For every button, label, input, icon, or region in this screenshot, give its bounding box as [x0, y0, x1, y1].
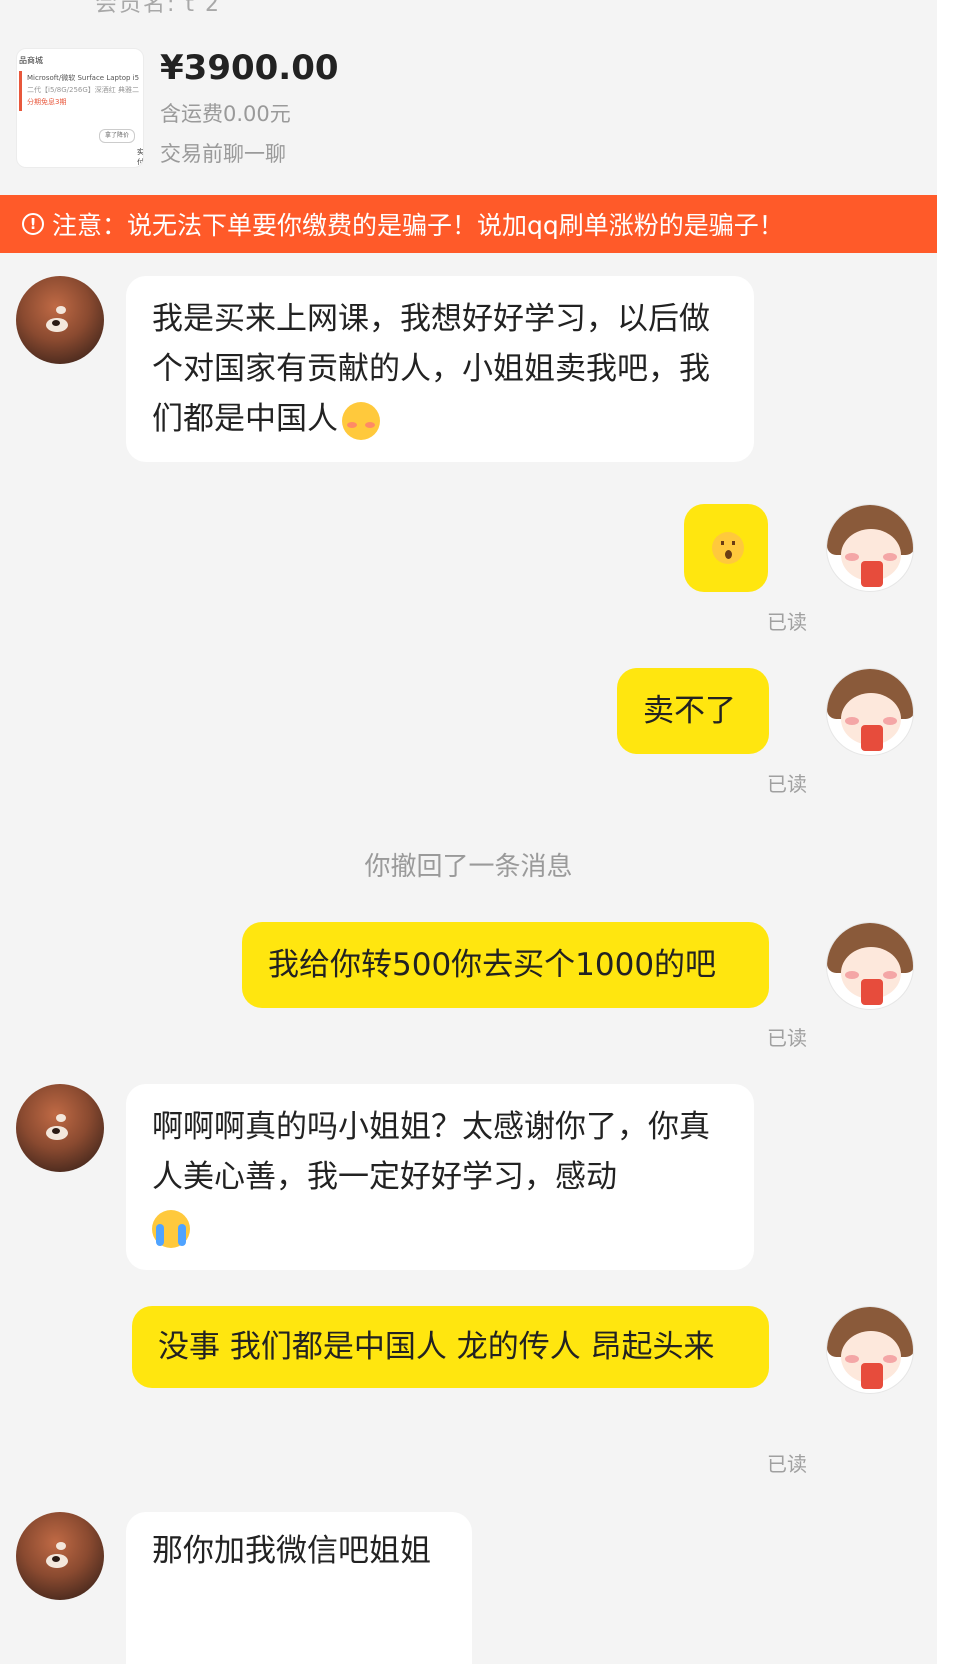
- alert-circle-icon: !: [22, 213, 44, 235]
- thumb-store: 品商城: [19, 56, 43, 65]
- thumb-title: Microsoft/微软 Surface Laptop i5: [27, 74, 140, 82]
- avatar-detail: [883, 553, 897, 561]
- read-status: 已读: [767, 1452, 807, 1476]
- avatar-detail: [52, 1128, 60, 1134]
- shipping-fee: 含运费0.00元: [160, 102, 291, 126]
- avatar-detail: [883, 717, 897, 725]
- message-text: 我给你转500你去买个1000的吧: [268, 947, 717, 983]
- message-bubble-incoming[interactable]: 啊啊啊真的吗小姐姐？太感谢你了，你真人美心善，我一定好好学习，感动: [126, 1084, 754, 1270]
- avatar-detail: [845, 717, 859, 725]
- message-text: 卖不了: [643, 693, 736, 729]
- avatar-detail: [861, 1363, 883, 1389]
- right-edge-strip: [937, 0, 959, 1664]
- product-card[interactable]: 品商城 Microsoft/微软 Surface Laptop i5 二代【i5…: [0, 0, 937, 190]
- message-bubble-outgoing[interactable]: 卖不了: [617, 668, 769, 754]
- message-bubble-outgoing[interactable]: 我给你转500你去买个1000的吧: [242, 922, 769, 1008]
- avatar-detail: [52, 1556, 60, 1562]
- recall-notice: 你撤回了一条消息: [364, 852, 573, 882]
- my-avatar[interactable]: [826, 1306, 914, 1394]
- message-text: 那你加我微信吧姐姐: [152, 1533, 431, 1569]
- thumb-pay: 实付: [137, 148, 144, 166]
- thumb-tag: 分期免息3期: [27, 98, 67, 106]
- avatar-detail: [861, 561, 883, 587]
- avatar-detail: [56, 1542, 66, 1550]
- warning-text: 注意：说无法下单要你缴费的是骗子！说加qq刷单涨粉的是骗子！: [52, 211, 784, 240]
- avatar-detail: [883, 1355, 897, 1363]
- message-bubble-outgoing[interactable]: 没事 我们都是中国人 龙的传人 昂起头来: [132, 1306, 769, 1388]
- avatar-detail: [861, 979, 883, 1005]
- message-bubble-incoming[interactable]: 我是买来上网课，我想好好学习，以后做个对国家有贡献的人，小姐姐卖我吧，我们都是中…: [126, 276, 754, 462]
- other-user-avatar[interactable]: [16, 1084, 104, 1172]
- avatar-detail: [845, 971, 859, 979]
- other-user-avatar[interactable]: [16, 276, 104, 364]
- message-text: 没事 我们都是中国人 龙的传人 昂起头来: [158, 1329, 715, 1365]
- read-status: 已读: [767, 610, 807, 634]
- avatar-detail: [883, 971, 897, 979]
- thumb-accent: [19, 71, 22, 111]
- message-text: 我是买来上网课，我想好好学习，以后做个对国家有贡献的人，小姐姐卖我吧，我们都是中…: [152, 301, 710, 437]
- avatar-detail: [861, 725, 883, 751]
- message-text: 啊啊啊真的吗小姐姐？太感谢你了，你真人美心善，我一定好好学习，感动: [152, 1109, 710, 1195]
- message-bubble-outgoing[interactable]: [684, 504, 768, 592]
- avatar-detail: [56, 1114, 66, 1122]
- other-user-avatar[interactable]: [16, 1512, 104, 1600]
- message-bubble-incoming[interactable]: 那你加我微信吧姐姐: [126, 1512, 472, 1664]
- read-status: 已读: [767, 1026, 807, 1050]
- crying-emoji-icon: [152, 1209, 190, 1248]
- my-avatar[interactable]: [826, 668, 914, 756]
- thumb-subtitle: 二代【i5/8G/256G】深酒红 典雅二: [27, 86, 140, 94]
- avatar-detail: [56, 306, 66, 314]
- blush-emoji-icon: [342, 401, 380, 440]
- read-status: 已读: [767, 772, 807, 796]
- avatar-detail: [52, 320, 60, 326]
- chat-hint: 交易前聊一聊: [160, 142, 286, 166]
- thumb-button: 拿了降价: [99, 129, 135, 143]
- my-avatar[interactable]: [826, 922, 914, 1010]
- avatar-detail: [845, 553, 859, 561]
- avatar-detail: [845, 1355, 859, 1363]
- scam-warning-banner: ! 注意：说无法下单要你缴费的是骗子！说加qq刷单涨粉的是骗子！: [0, 195, 937, 253]
- product-thumbnail[interactable]: 品商城 Microsoft/微软 Surface Laptop i5 二代【i5…: [16, 48, 144, 168]
- product-price: ¥3900.00: [160, 48, 339, 88]
- my-avatar[interactable]: [826, 504, 914, 592]
- surprised-emoji-icon: [712, 532, 744, 564]
